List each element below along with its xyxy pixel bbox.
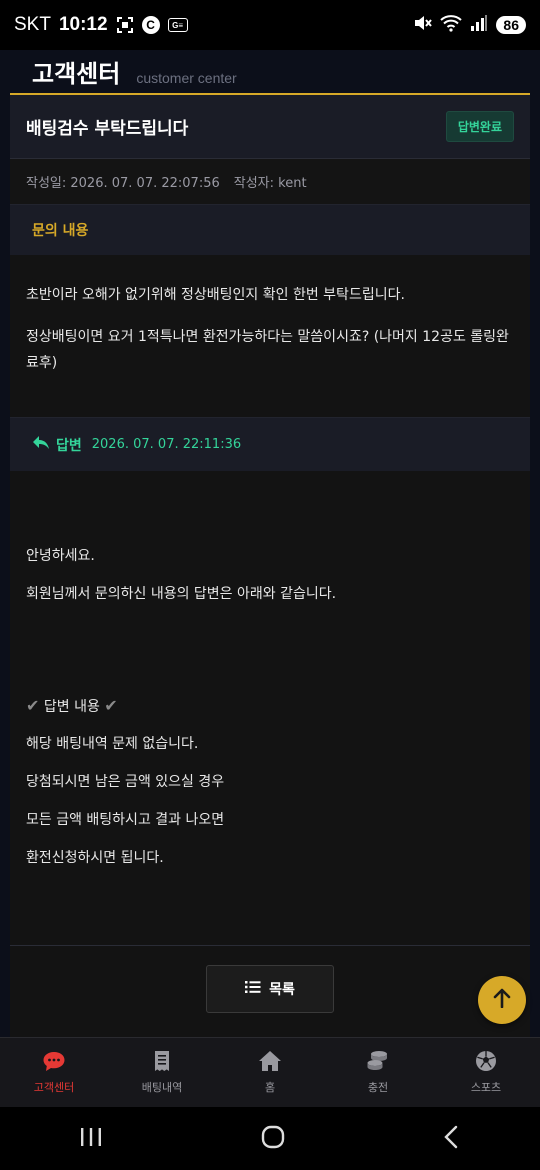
author: 작성자: kent <box>233 176 307 191</box>
system-nav-bar <box>0 1107 540 1170</box>
tab-label: 배팅내역 <box>141 1081 183 1094</box>
answer-date: 2026. 07. 07. 22:11:36 <box>91 437 242 452</box>
gs-app-icon: G≡ <box>167 18 188 32</box>
answer-line: 환전신청하시면 됩니다. <box>26 850 164 866</box>
list-button-label: 목록 <box>269 982 295 998</box>
home-icon <box>258 1050 282 1075</box>
signal-icon <box>470 14 488 37</box>
tab-label: 충전 <box>367 1081 389 1094</box>
recent-apps-button[interactable] <box>78 1126 104 1152</box>
check-icon: ✔ <box>104 696 118 715</box>
page-title: 고객센터 <box>32 60 121 88</box>
list-button[interactable]: 목록 <box>206 965 334 1013</box>
carrier-label: SKT <box>14 14 51 35</box>
page-header: 고객센터 customer center <box>0 50 540 95</box>
tab-deposit[interactable]: 충전 <box>324 1038 432 1107</box>
receipt-icon <box>153 1050 171 1075</box>
bottom-tab-bar: 고객센터 배팅내역 홈 충전 스포츠 <box>0 1037 540 1107</box>
soccer-ball-icon <box>475 1050 497 1075</box>
back-button[interactable] <box>442 1125 462 1153</box>
answer-line: 당첨되시면 남은 금액 있으실 경우 <box>26 774 225 790</box>
screenshot-icon <box>116 16 134 34</box>
tab-sports[interactable]: 스포츠 <box>432 1038 540 1107</box>
inquiry-section-bar: 문의 내용 <box>10 205 530 255</box>
reply-icon <box>32 435 50 455</box>
tab-bet-history[interactable]: 배팅내역 <box>108 1038 216 1107</box>
answer-label: 답변 <box>56 437 82 454</box>
created-date: 작성일: 2026. 07. 07. 22:07:56 <box>26 176 220 191</box>
bottom-actions: 목록 <box>10 945 530 1037</box>
arrow-up-icon <box>493 988 511 1012</box>
list-icon <box>245 980 261 998</box>
tab-label: 스포츠 <box>470 1081 502 1094</box>
c-app-icon: C <box>141 16 160 34</box>
home-button[interactable] <box>260 1124 286 1154</box>
status-bar: SKT 10:12 C G≡ 86 <box>0 0 540 50</box>
inquiry-section-label: 문의 내용 <box>32 223 89 239</box>
inquiry-paragraph: 초반이라 오해가 없기위해 정상배팅인지 확인 한번 부탁드립니다. <box>26 287 405 303</box>
coins-icon <box>366 1050 390 1075</box>
scroll-top-button[interactable] <box>478 976 526 1024</box>
inquiry-paragraph: 정상배팅이면 요거 1적특나면 환전가능하다는 말씀이시죠? (나머지 12공도… <box>26 328 509 371</box>
inquiry-meta: 작성일: 2026. 07. 07. 22:07:56 작성자: kent <box>10 159 530 205</box>
inquiry-body: 초반이라 오해가 없기위해 정상배팅인지 확인 한번 부탁드립니다. 정상배팅이… <box>10 255 530 418</box>
answer-content-heading-text: 답변 내용 <box>43 699 100 715</box>
check-icon: ✔ <box>26 696 40 715</box>
wifi-icon <box>440 14 463 37</box>
inquiry-panel: 배팅검수 부탁드립니다 답변완료 작성일: 2026. 07. 07. 22:0… <box>10 93 530 945</box>
tab-label: 고객센터 <box>33 1081 75 1094</box>
answer-greeting: 안녕하세요. <box>26 548 95 564</box>
mute-icon <box>412 13 433 38</box>
status-badge: 답변완료 <box>445 111 514 142</box>
inquiry-header: 배팅검수 부탁드립니다 답변완료 <box>10 95 530 159</box>
answer-body: 안녕하세요. 회원님께서 문의하신 내용의 답변은 아래와 같습니다. ✔ 답변… <box>10 471 530 877</box>
tab-home[interactable]: 홈 <box>216 1038 324 1107</box>
tab-customer-center[interactable]: 고객센터 <box>0 1038 108 1107</box>
answer-line: 모든 금액 배팅하시고 결과 나오면 <box>26 812 225 828</box>
inquiry-title: 배팅검수 부탁드립니다 <box>26 119 189 139</box>
answer-intro: 회원님께서 문의하신 내용의 답변은 아래와 같습니다. <box>26 586 337 602</box>
tab-label: 홈 <box>264 1081 276 1094</box>
clock: 10:12 <box>58 14 108 35</box>
chat-icon <box>42 1050 66 1075</box>
answer-section-bar: 답변 2026. 07. 07. 22:11:36 <box>10 418 530 471</box>
page-subtitle: customer center <box>136 70 237 86</box>
battery-indicator: 86 <box>496 16 526 34</box>
answer-line: 해당 배팅내역 문제 없습니다. <box>26 736 199 752</box>
answer-content-heading: ✔ 답변 내용 ✔ <box>26 687 514 725</box>
